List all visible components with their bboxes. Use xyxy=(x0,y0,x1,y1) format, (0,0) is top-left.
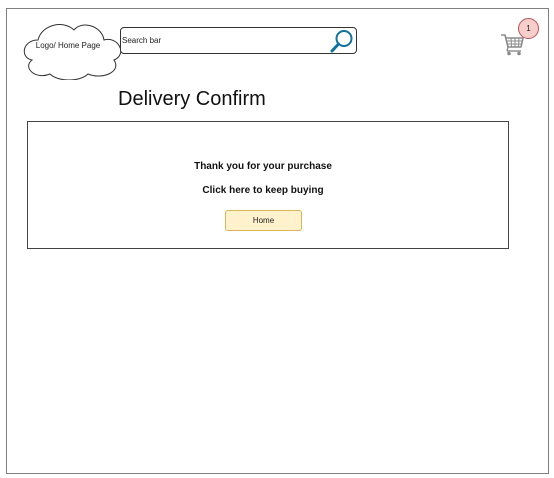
thank-you-message: Thank you for your purchase xyxy=(194,161,332,172)
cart-count-badge: 1 xyxy=(518,18,539,39)
logo-home-link[interactable]: Logo/ Home Page xyxy=(18,18,130,80)
search-bar[interactable] xyxy=(120,27,357,54)
search-icon[interactable] xyxy=(330,29,354,53)
search-input[interactable] xyxy=(122,31,322,49)
home-button[interactable]: Home xyxy=(225,210,302,231)
page-title: Delivery Confirm xyxy=(118,88,266,110)
keep-buying-link[interactable]: Click here to keep buying xyxy=(28,185,498,196)
confirmation-panel: Thank you for your purchase Click here t… xyxy=(27,121,509,249)
logo-label: Logo/ Home Page xyxy=(35,41,101,50)
